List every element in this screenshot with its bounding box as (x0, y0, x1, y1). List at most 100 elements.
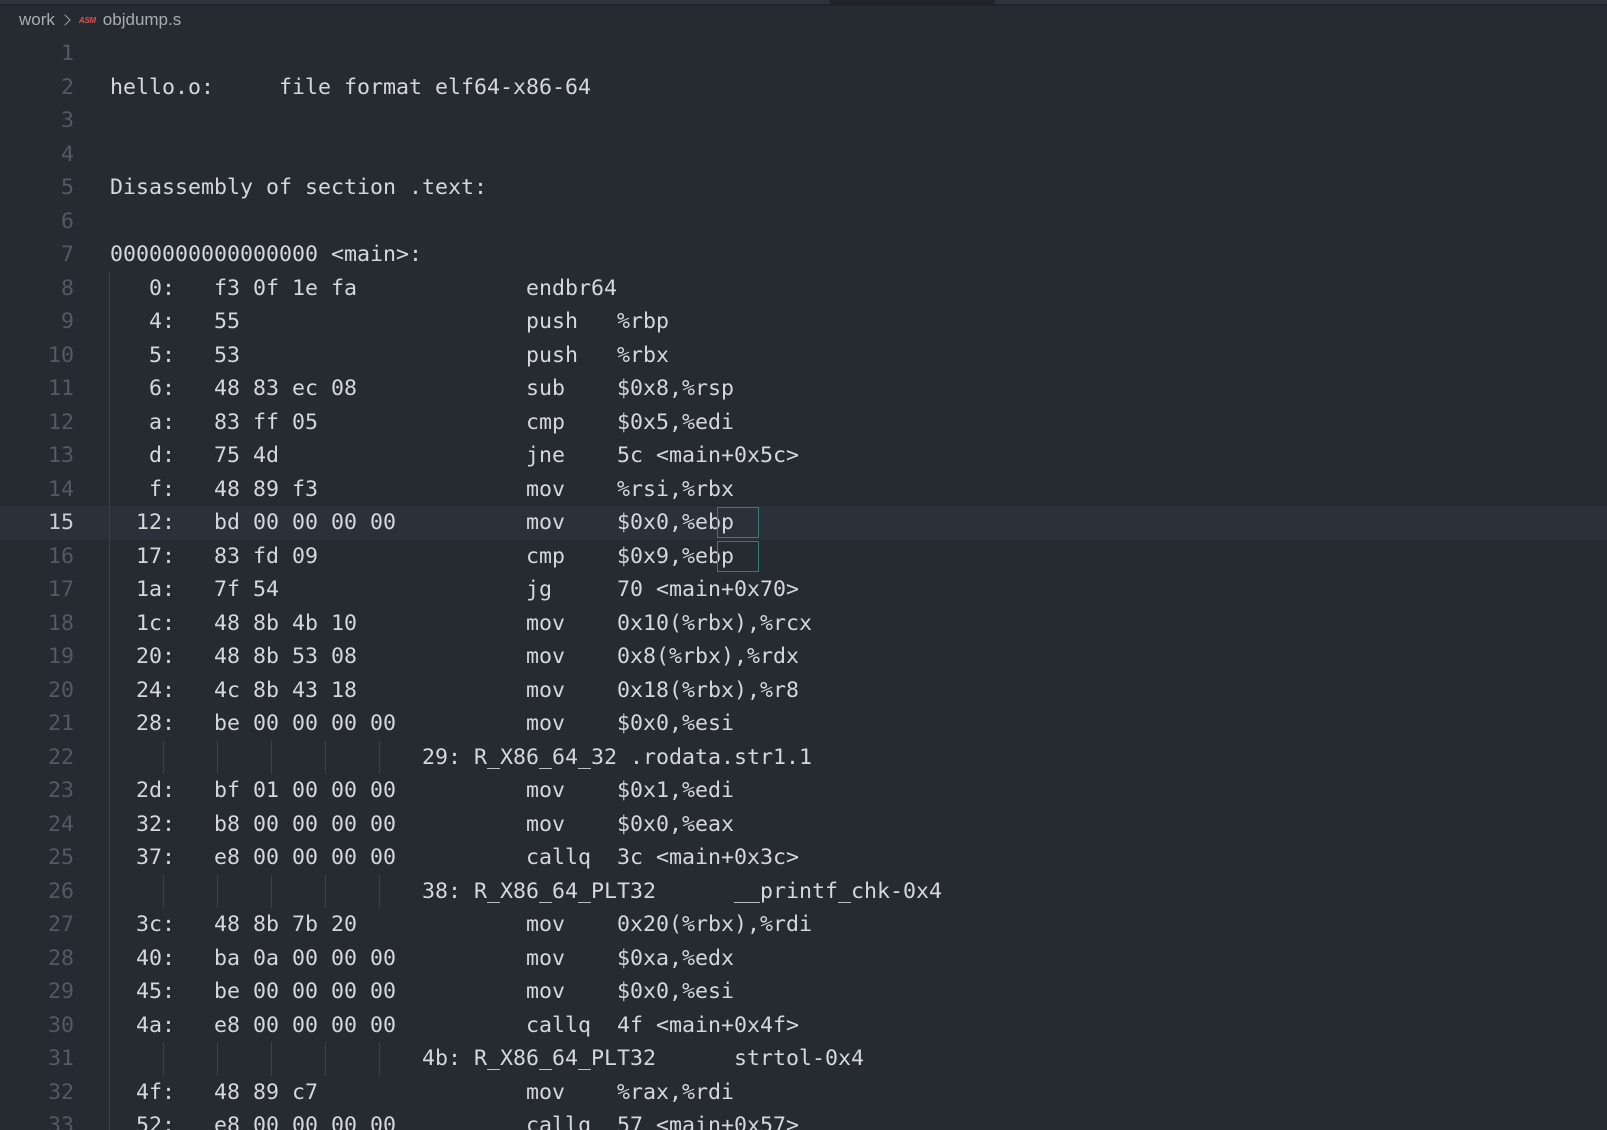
code-line[interactable]: 11 6: 48 83 ec 08 sub $0x8,%rsp (0, 372, 1607, 406)
match-highlight (716, 507, 759, 538)
breadcrumb-file[interactable]: objdump.s (103, 10, 181, 30)
code-text: 4b: R_X86_64_PLT32 strtol-0x4 (110, 1046, 865, 1071)
code-line[interactable]: 15 12: bd 00 00 00 00 mov $0x0,%ebp (0, 506, 1607, 540)
line-number: 25 (47, 845, 74, 870)
code-line[interactable]: 22 29: R_X86_64_32 .rodata.str1.1 (0, 740, 1607, 774)
tab-strip-segment (0, 0, 830, 4)
code-line[interactable]: 6 (0, 205, 1607, 239)
code-text: 29: R_X86_64_32 .rodata.str1.1 (110, 744, 813, 770)
code-line[interactable]: 16 17: 83 fd 09 cmp $0x9,%ebp (0, 539, 1607, 573)
line-number: 19 (47, 644, 74, 669)
line-number: 18 (47, 610, 74, 636)
line-number: 11 (47, 376, 74, 401)
code-line[interactable]: 1 (0, 37, 1607, 71)
code-line[interactable]: 30 4a: e8 00 00 00 00 callq 4f <main+0x4… (0, 1008, 1607, 1042)
code-line[interactable]: 9 4: 55 push %rbp (0, 305, 1607, 339)
line-number: 15 (47, 510, 74, 535)
code-line[interactable]: 4 (0, 138, 1607, 172)
code-line[interactable]: 24 32: b8 00 00 00 00 mov $0x0,%eax (0, 807, 1607, 841)
code-line[interactable]: 3 (0, 104, 1607, 138)
line-number: 16 (47, 543, 74, 569)
line-number: 2 (60, 74, 74, 100)
line-number: 27 (47, 912, 74, 937)
line-number: 5 (60, 175, 74, 200)
code-text: a: 83 ff 05 cmp $0x5,%edi (110, 409, 735, 435)
code-line[interactable]: 7 0000000000000000 <main>: (0, 238, 1607, 272)
code-text: 1a: 7f 54 jg 70 <main+0x70> (110, 577, 800, 602)
code-text: 20: 48 8b 53 08 mov 0x8(%rbx),%rdx (110, 644, 800, 669)
line-number: 13 (47, 443, 74, 468)
line-number: 20 (47, 677, 74, 703)
code-line[interactable]: 20 24: 4c 8b 43 18 mov 0x18(%rbx),%r8 (0, 673, 1607, 707)
code-text: 32: b8 00 00 00 00 mov $0x0,%eax (110, 811, 735, 837)
code-line[interactable]: 25 37: e8 00 00 00 00 callq 3c <main+0x3… (0, 841, 1607, 875)
line-number: 14 (47, 476, 74, 502)
line-number: 23 (47, 778, 74, 803)
tab-strip (0, 0, 1607, 6)
line-number: 22 (47, 744, 74, 770)
code-text: hello.o: file format elf64-x86-64 (110, 74, 592, 100)
code-text: 4: 55 push %rbp (110, 309, 670, 334)
code-line[interactable]: 10 5: 53 push %rbx (0, 338, 1607, 372)
code-line[interactable]: 17 1a: 7f 54 jg 70 <main+0x70> (0, 573, 1607, 607)
code-text: 38: R_X86_64_PLT32 __printf_chk-0x4 (110, 878, 943, 904)
tab-strip-segment (995, 0, 1607, 4)
code-text: Disassembly of section .text: (110, 175, 488, 200)
code-line[interactable]: 23 2d: bf 01 00 00 00 mov $0x1,%edi (0, 774, 1607, 808)
code-line[interactable]: 13 d: 75 4d jne 5c <main+0x5c> (0, 439, 1607, 473)
code-line[interactable]: 31 4b: R_X86_64_PLT32 strtol-0x4 (0, 1042, 1607, 1076)
code-text: 6: 48 83 ec 08 sub $0x8,%rsp (110, 376, 735, 401)
line-number: 3 (60, 108, 74, 133)
code-line[interactable]: 12 a: 83 ff 05 cmp $0x5,%edi (0, 405, 1607, 439)
line-number: 33 (47, 1113, 74, 1130)
code-text: 2d: bf 01 00 00 00 mov $0x1,%edi (110, 778, 735, 803)
chevron-right-icon (59, 14, 71, 26)
code-line[interactable]: 14 f: 48 89 f3 mov %rsi,%rbx (0, 472, 1607, 506)
code-text: 28: be 00 00 00 00 mov $0x0,%esi (110, 711, 735, 736)
line-number: 24 (47, 811, 74, 837)
code-text: f: 48 89 f3 mov %rsi,%rbx (110, 476, 735, 502)
code-line[interactable]: 5 Disassembly of section .text: (0, 171, 1607, 205)
code-line[interactable]: 33 52: e8 00 00 00 00 callq 57 <main+0x5… (0, 1109, 1607, 1130)
line-number: 29 (47, 979, 74, 1004)
code-line[interactable]: 18 1c: 48 8b 4b 10 mov 0x10(%rbx),%rcx (0, 606, 1607, 640)
code-line[interactable]: 8 0: f3 0f 1e fa endbr64 (0, 271, 1607, 305)
code-text: 0: f3 0f 1e fa endbr64 (110, 275, 631, 301)
code-text: 0000000000000000 <main>: (110, 242, 423, 267)
code-line[interactable]: 32 4f: 48 89 c7 mov %rax,%rdi (0, 1075, 1607, 1109)
line-number: 17 (47, 577, 74, 602)
line-number: 8 (60, 275, 74, 301)
code-editor[interactable]: 1 2 hello.o: file format elf64-x86-64 3 4 5 Di… (0, 37, 1607, 1130)
code-text: 3c: 48 8b 7b 20 mov 0x20(%rbx),%rdi (110, 912, 813, 937)
code-line[interactable]: 19 20: 48 8b 53 08 mov 0x8(%rbx),%rdx (0, 640, 1607, 674)
code-text: 4f: 48 89 c7 mov %rax,%rdi (110, 1079, 735, 1105)
code-text: 12: bd 00 00 00 00 mov $0x0,%ebp (110, 510, 735, 535)
code-line[interactable]: 2 hello.o: file format elf64-x86-64 (0, 71, 1607, 105)
code-text: 5: 53 push %rbx (110, 342, 670, 368)
code-line[interactable]: 29 45: be 00 00 00 00 mov $0x0,%esi (0, 975, 1607, 1009)
code-line[interactable]: 21 28: be 00 00 00 00 mov $0x0,%esi (0, 707, 1607, 741)
line-number: 31 (47, 1046, 74, 1071)
code-text: 37: e8 00 00 00 00 callq 3c <main+0x3c> (110, 845, 800, 870)
line-number: 10 (47, 342, 74, 368)
breadcrumb: work ASM objdump.s (19, 8, 181, 32)
line-number: 21 (47, 711, 74, 736)
line-number: 1 (60, 41, 74, 66)
code-text: 45: be 00 00 00 00 mov $0x0,%esi (110, 979, 735, 1004)
line-number: 12 (47, 409, 74, 435)
line-number: 28 (47, 945, 74, 971)
line-number: 26 (47, 878, 74, 904)
line-number: 30 (47, 1012, 74, 1038)
code-line[interactable]: 26 38: R_X86_64_PLT32 __printf_chk-0x4 (0, 874, 1607, 908)
code-text: 17: 83 fd 09 cmp $0x9,%ebp (110, 543, 735, 569)
breadcrumb-folder[interactable]: work (19, 10, 55, 30)
code-text: 1c: 48 8b 4b 10 mov 0x10(%rbx),%rcx (110, 610, 813, 636)
line-number: 4 (60, 141, 74, 167)
code-text: 40: ba 0a 00 00 00 mov $0xa,%edx (110, 945, 735, 971)
code-line[interactable]: 27 3c: 48 8b 7b 20 mov 0x20(%rbx),%rdi (0, 908, 1607, 942)
code-line[interactable]: 28 40: ba 0a 00 00 00 mov $0xa,%edx (0, 941, 1607, 975)
line-number: 6 (60, 208, 74, 234)
code-text: 52: e8 00 00 00 00 callq 57 <main+0x57> (110, 1113, 800, 1130)
line-number: 9 (60, 309, 74, 334)
code-text: d: 75 4d jne 5c <main+0x5c> (110, 443, 800, 468)
